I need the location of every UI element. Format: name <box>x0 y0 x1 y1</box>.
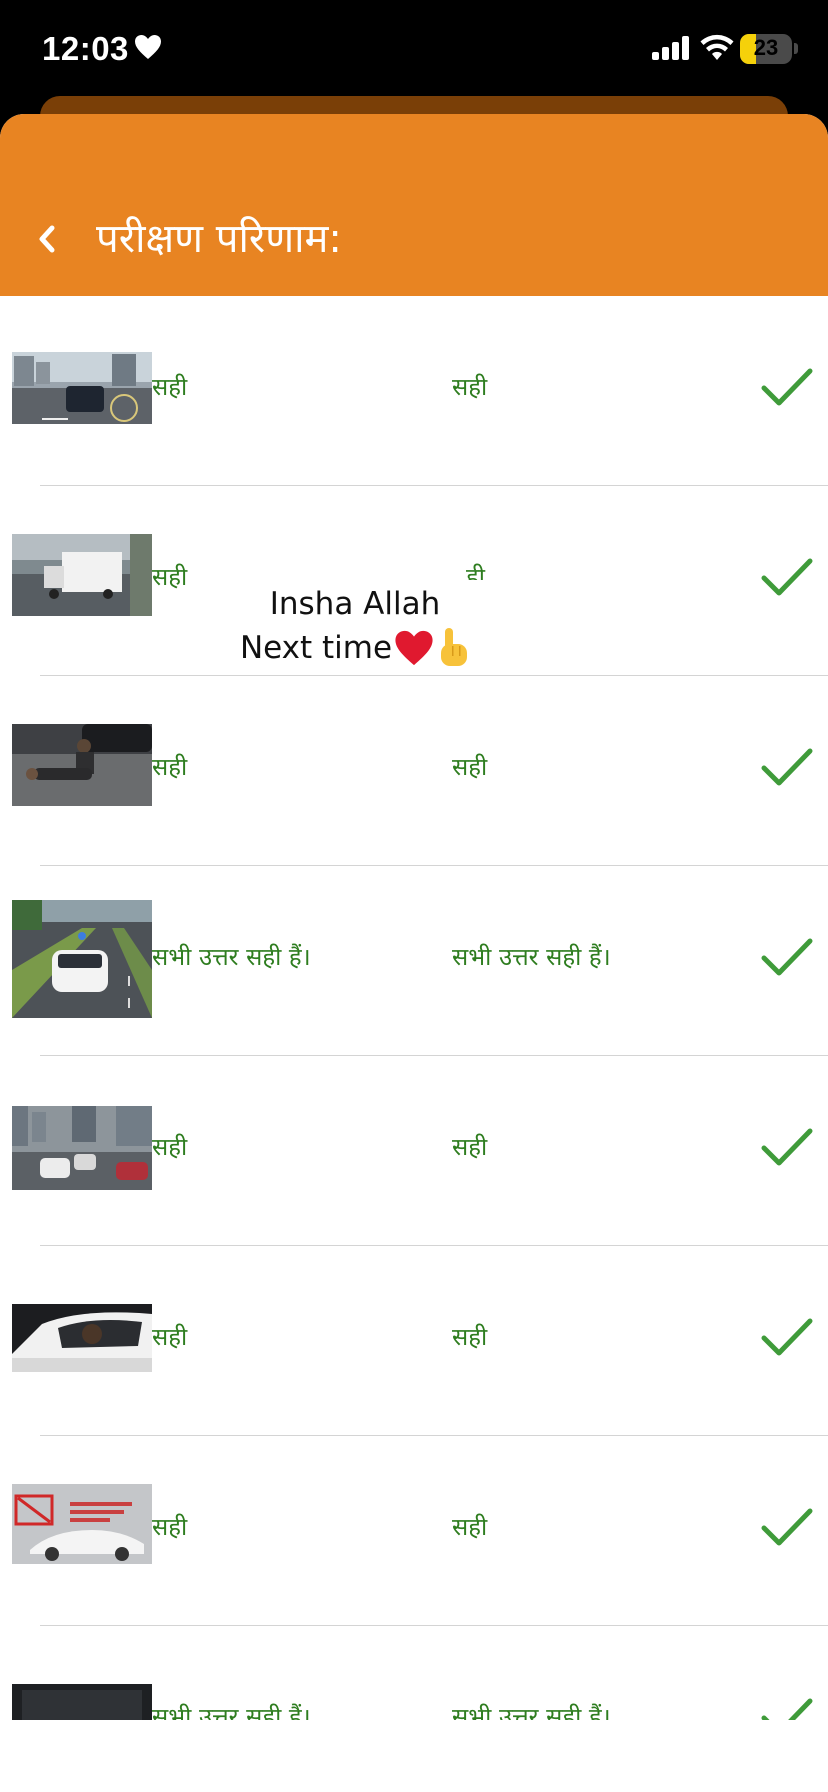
checkmark-icon <box>760 936 814 984</box>
correct-answer: सही <box>452 1133 488 1161</box>
checkmark-icon <box>760 556 814 604</box>
correct-answer: सही <box>452 1513 488 1541</box>
question-thumbnail <box>12 724 152 806</box>
battery-level: 23 <box>753 35 779 60</box>
correct-answer: सही <box>452 753 488 781</box>
your-answer: सही <box>152 1133 188 1161</box>
your-answer: सही <box>152 563 188 591</box>
page-title: परीक्षण परिणाम: <box>96 216 342 262</box>
status-bar: 12:03 23 <box>0 0 828 100</box>
back-button[interactable] <box>24 214 74 264</box>
question-thumbnail <box>12 1484 152 1564</box>
wifi-icon <box>700 34 734 66</box>
your-answer: सही <box>152 1323 188 1351</box>
question-thumbnail <box>12 534 152 616</box>
question-thumbnail <box>12 900 152 1018</box>
your-answer: सभी उत्तर सही हैं। <box>152 943 311 971</box>
overlay-line-2: Next time <box>239 630 393 666</box>
signal-icon <box>652 36 692 64</box>
checkmark-icon <box>760 746 814 794</box>
results-list: सही सही सही ही सही सही सभी उत्तर सही हैं… <box>0 296 828 1792</box>
checkmark-icon <box>760 366 814 414</box>
result-row[interactable]: सही सही <box>0 1246 828 1436</box>
header: परीक्षण परिणाम: <box>0 114 828 296</box>
correct-answer: सही <box>452 373 488 401</box>
question-thumbnail <box>12 1304 152 1372</box>
battery-nub <box>794 43 798 54</box>
bottom-mask <box>0 1720 828 1792</box>
your-answer: सही <box>152 1513 188 1541</box>
pointing-up-hand-icon <box>441 628 468 666</box>
result-row[interactable]: सही सही <box>0 1056 828 1246</box>
checkmark-icon <box>760 1126 814 1174</box>
result-row[interactable]: सही सही <box>0 1436 828 1626</box>
checkmark-icon <box>760 1316 814 1364</box>
chevron-left-icon <box>39 225 55 253</box>
result-row[interactable]: सभी उत्तर सही हैं। सभी उत्तर सही हैं। <box>0 866 828 1056</box>
overlay-line-2-wrap: Next time <box>240 626 470 670</box>
correct-answer: सही <box>452 1323 488 1351</box>
your-answer: सही <box>152 753 188 781</box>
results-sheet: परीक्षण परिणाम: सही सही सही ही सही सही स… <box>0 114 828 1792</box>
battery-icon: 23 <box>740 34 792 64</box>
red-heart-icon <box>395 630 433 666</box>
result-row[interactable]: सही सही <box>0 676 828 866</box>
overlay-line-1: Insha Allah <box>269 586 441 622</box>
your-answer: सही <box>152 373 188 401</box>
overlay-caption: Insha Allah Next time <box>210 580 500 672</box>
checkmark-icon <box>760 1506 814 1554</box>
correct-answer: सभी उत्तर सही हैं। <box>452 943 611 971</box>
question-thumbnail <box>12 1106 152 1190</box>
heart-icon <box>134 34 162 64</box>
result-row[interactable]: सही सही <box>0 296 828 486</box>
status-time: 12:03 <box>42 30 129 67</box>
question-thumbnail <box>12 352 152 424</box>
